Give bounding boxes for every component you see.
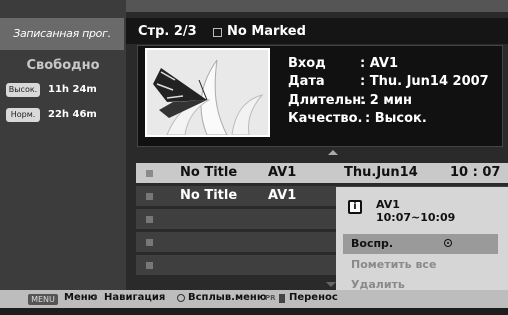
sidebar-title: Записанная прог.: [0, 18, 124, 50]
item-input: AV1: [268, 188, 297, 203]
free-space-label: Свободно: [26, 58, 100, 73]
quality-tag-high: Высок.: [6, 83, 40, 97]
popup-channel: AV1: [376, 198, 400, 211]
checkbox-icon[interactable]: [146, 216, 153, 223]
top-band: [126, 0, 508, 12]
info-key-quality: Качество.: [288, 111, 363, 126]
info-value-input: : AV1: [360, 56, 399, 71]
marked-status: No Marked: [227, 24, 306, 39]
popup-time-range: 10:07~10:09: [376, 211, 456, 224]
info-icon: i: [348, 200, 362, 214]
page-indicator: Стр. 2/3: [138, 24, 197, 39]
info-value-date: : Thu. Jun14 2007: [360, 74, 489, 89]
info-value-quality: : Высок.: [365, 111, 427, 126]
updown-arrows-icon: ⬍: [92, 293, 99, 302]
ok-icon: [177, 294, 185, 302]
item-input: AV1: [268, 165, 297, 180]
info-key-duration: Длительн.: [288, 93, 367, 108]
item-time: 10 : 07: [450, 165, 501, 180]
selected-radio-icon: [444, 239, 452, 247]
pr-key-icon: [279, 294, 285, 303]
quality-time-normal: 22h 46m: [48, 109, 97, 120]
info-value-duration: : 2 мин: [360, 93, 413, 108]
quality-row-normal: Норм. 22h 46m: [6, 108, 116, 124]
list-item[interactable]: No Title AV1 Thu.Jun14 10 : 07: [136, 163, 508, 183]
quality-time-high: 11h 24m: [48, 84, 97, 95]
item-title: No Title: [180, 165, 238, 180]
scroll-down-icon[interactable]: [326, 282, 336, 287]
menu-item-mark-all[interactable]: Пометить все: [343, 255, 498, 275]
menu-item-play[interactable]: Воспр.: [343, 234, 498, 254]
quality-row-high: Высок. 11h 24m: [6, 83, 116, 99]
checkbox-icon[interactable]: [146, 170, 153, 177]
footer-pr-label: PR: [265, 294, 276, 302]
marked-checkbox-icon: [213, 28, 222, 37]
item-title: No Title: [180, 188, 238, 203]
recording-thumbnail: [145, 48, 270, 137]
menu-key-icon: MENU: [28, 294, 58, 305]
checkbox-icon[interactable]: [146, 193, 153, 200]
butterfly-image-icon: [147, 50, 268, 135]
checkbox-icon[interactable]: [146, 239, 153, 246]
info-key-date: Дата: [288, 74, 325, 89]
item-date: Thu.Jun14: [344, 165, 418, 180]
footer-nav-label: Навигация: [104, 292, 166, 303]
checkbox-icon[interactable]: [146, 262, 153, 269]
info-key-input: Вход: [288, 56, 326, 71]
footer-ok-label: Всплыв.меню: [188, 292, 267, 303]
quality-tag-normal: Норм.: [6, 108, 40, 122]
footer-move-label: Перенос: [289, 292, 338, 303]
scroll-up-icon[interactable]: [328, 150, 338, 155]
